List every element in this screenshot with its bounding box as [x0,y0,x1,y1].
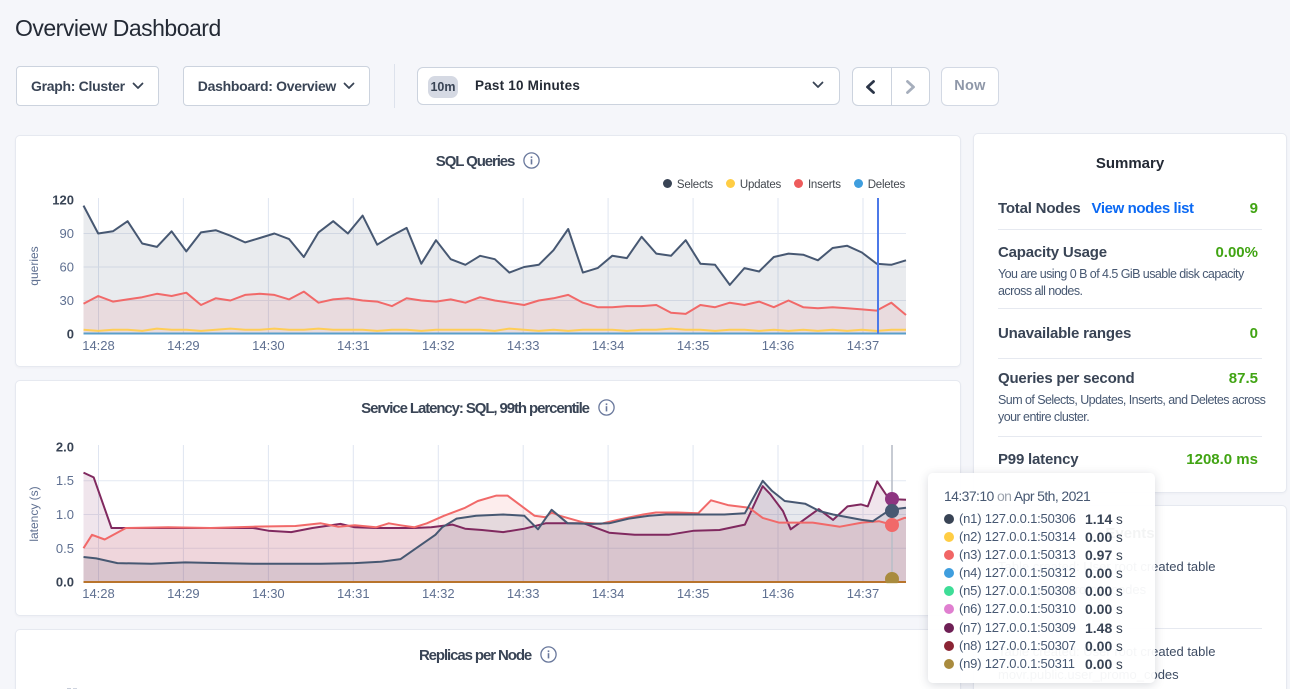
svg-text:14:31: 14:31 [337,338,370,353]
svg-text:14:28: 14:28 [82,586,115,601]
svg-text:14:34: 14:34 [592,586,625,601]
svg-text:0.5: 0.5 [56,541,74,556]
svg-text:0.0: 0.0 [56,575,74,590]
svg-text:queries: queries [27,246,41,285]
svg-text:0: 0 [67,327,74,342]
svg-text:14:35: 14:35 [677,338,710,353]
svg-text:14:37: 14:37 [847,338,880,353]
svg-text:14:32: 14:32 [422,586,455,601]
svg-text:14:34: 14:34 [592,338,625,353]
svg-text:14:37: 14:37 [847,586,880,601]
svg-text:14:33: 14:33 [507,586,540,601]
svg-text:1.5: 1.5 [56,473,74,488]
svg-text:14:30: 14:30 [252,338,285,353]
svg-text:90: 90 [60,226,74,241]
svg-text:1.0: 1.0 [56,507,74,522]
svg-text:14:33: 14:33 [507,338,540,353]
svg-text:14:36: 14:36 [762,586,795,601]
svg-text:14:32: 14:32 [422,338,455,353]
svg-text:14:36: 14:36 [762,338,795,353]
svg-text:60: 60 [60,260,74,275]
svg-text:14:29: 14:29 [167,338,200,353]
svg-text:120: 120 [52,193,74,208]
svg-text:14:30: 14:30 [252,586,285,601]
svg-text:latency (s): latency (s) [27,486,41,541]
svg-text:14:31: 14:31 [337,586,370,601]
svg-text:14:35: 14:35 [677,586,710,601]
svg-text:14:28: 14:28 [82,338,115,353]
svg-text:14:29: 14:29 [167,586,200,601]
svg-text:2.0: 2.0 [56,440,74,455]
svg-text:30: 30 [60,293,74,308]
